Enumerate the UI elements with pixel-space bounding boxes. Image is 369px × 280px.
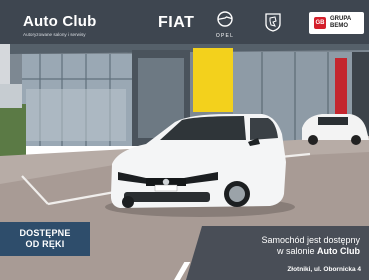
ad-banner: Auto Club Autoryzowane salony i serwisy …	[0, 0, 369, 280]
dealer-name: Auto Club	[317, 246, 360, 256]
grupa-bemo-logo: GB GRUPA BEMO	[309, 12, 364, 34]
peugeot-logo	[264, 12, 282, 37]
availability-line1: DOSTĘPNE	[19, 228, 71, 238]
opel-yellow-panel	[193, 48, 233, 112]
peugeot-lion-icon	[265, 13, 281, 32]
grupa-line1: GRUPA	[330, 16, 352, 22]
header-bar: Auto Club Autoryzowane salony i serwisy …	[0, 0, 369, 44]
grupa-line2: BEMO	[330, 22, 348, 29]
fiat-logo: FIAT	[158, 14, 195, 31]
opel-wordmark: OPEL	[215, 33, 235, 39]
dealer-address: Złotniki, ul. Obornicka 4	[287, 266, 361, 273]
availability-badge: DOSTĘPNE OD RĘKI	[0, 222, 90, 256]
info-location-text: w salonie Auto Club	[276, 246, 360, 256]
info-availability-text: Samochód jest dostępny	[261, 235, 360, 245]
red-pillar	[335, 58, 347, 116]
info-panel: Samochód jest dostępny w salonie Auto Cl…	[186, 226, 369, 280]
brand-tagline: Autoryzowane salony i serwisy	[23, 32, 86, 37]
grupa-badge: GB	[314, 17, 326, 29]
brand-name: Auto Club	[23, 13, 97, 30]
opel-logo: OPEL	[212, 11, 238, 39]
opel-blitz-icon	[217, 11, 233, 27]
availability-line2: OD RĘKI	[25, 239, 65, 249]
